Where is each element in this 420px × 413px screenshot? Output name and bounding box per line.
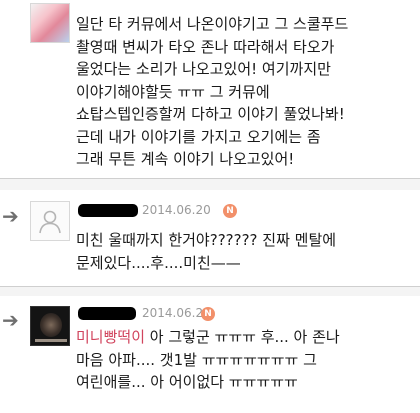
username-redacted	[78, 204, 138, 217]
avatar[interactable]	[30, 3, 70, 43]
divider	[0, 178, 420, 179]
divider	[0, 286, 420, 287]
comment-text: 일단 타 커뮤에서 나온이야기고 그 스쿨푸드 촬영때 변씨가 타오 존나 따라…	[76, 15, 349, 168]
comment-text: 미친 울때까지 한거야?????? 진짜 멘탈에 문제있다....후....미친…	[76, 231, 337, 272]
user-photo-icon	[40, 313, 62, 337]
comment-date: 2014.06.20	[142, 203, 211, 217]
avatar[interactable]	[30, 306, 70, 346]
mention-link[interactable]: 미니빵떡이	[76, 328, 145, 346]
reply-arrow-icon: ➔	[2, 204, 19, 228]
username-redacted	[78, 307, 136, 320]
default-user-icon	[39, 210, 61, 234]
comment-text: 미니빵떡이 아 그렇군 ㅠㅠㅠ 후... 아 존나 마음 아파.... 갯1발 …	[76, 326, 414, 394]
comment-thread: 일단 타 커뮤에서 나온이야기고 그 스쿨푸드 촬영때 변씨가 타오 존나 따라…	[0, 0, 420, 413]
avatar[interactable]	[30, 201, 70, 241]
new-badge-icon: N	[223, 204, 237, 218]
new-badge-icon: N	[201, 307, 215, 321]
photo-caption	[35, 339, 67, 342]
reply-arrow-icon: ➔	[2, 308, 19, 332]
